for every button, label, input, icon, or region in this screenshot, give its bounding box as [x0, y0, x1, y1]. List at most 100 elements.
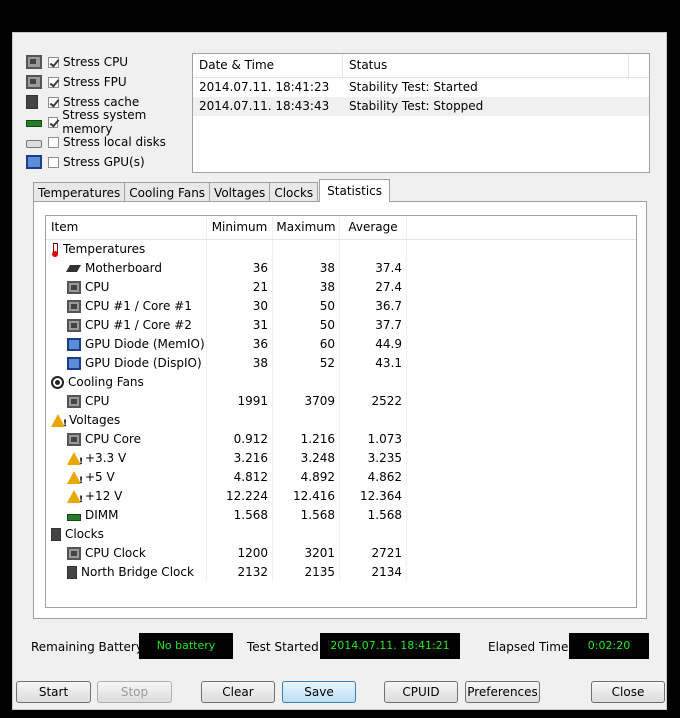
tab-clocks[interactable]: Clocks — [269, 182, 319, 202]
log-col-datetime[interactable]: Date & Time — [193, 54, 343, 77]
stats-col-maximum[interactable]: Maximum — [273, 216, 340, 239]
stress-gpu-checkbox[interactable] — [48, 156, 59, 168]
stats-item-cell: +3.3 V — [46, 449, 207, 472]
motherboard-icon — [67, 262, 81, 275]
log-row[interactable]: 2014.07.11. 18:41:23 Stability Test: Sta… — [193, 78, 649, 97]
stats-row[interactable]: GPU Diode (MemIO) 36 60 44.9 — [46, 335, 636, 354]
clock-icon — [67, 566, 77, 579]
stats-row[interactable]: +5 V 4.8124.8924.862 — [46, 468, 636, 491]
log-col-status[interactable]: Status — [343, 54, 629, 77]
stats-col-item[interactable]: Item — [46, 216, 207, 239]
fan-icon — [51, 376, 64, 389]
stats-average: 2134 — [340, 563, 407, 582]
stats-average — [340, 240, 407, 259]
stats-group-row[interactable]: Temperatures — [46, 240, 636, 259]
fpu-icon — [26, 75, 42, 89]
tab-statistics[interactable]: Statistics — [319, 179, 391, 202]
tab-temperatures[interactable]: Temperatures — [33, 182, 126, 202]
stats-col-average[interactable]: Average — [340, 216, 407, 239]
stats-minimum: 3.216 — [207, 449, 273, 468]
stats-item-cell: +12 V — [46, 487, 207, 510]
stats-item-label: Clocks — [65, 527, 104, 541]
stress-disks-checkbox[interactable] — [48, 136, 59, 148]
stress-gpu-row[interactable]: Stress GPU(s) — [26, 152, 196, 172]
stats-row[interactable]: CPU 21 38 27.4 — [46, 278, 636, 297]
stats-item-label: CPU #1 / Core #2 — [85, 318, 192, 332]
battery-display: No battery — [139, 633, 233, 659]
stress-memory-checkbox[interactable] — [47, 116, 59, 128]
cpuid-button[interactable]: CPUID — [384, 681, 458, 703]
stats-row[interactable]: Motherboard 36 38 37.4 — [46, 259, 636, 278]
gpu-icon — [67, 357, 81, 370]
stress-cpu-row[interactable]: Stress CPU — [26, 52, 196, 72]
stats-item-cell: CPU #1 / Core #2 — [46, 316, 207, 335]
stats-item-cell: CPU — [46, 392, 207, 411]
stats-row[interactable]: GPU Diode (DispIO) 38 52 43.1 — [46, 354, 636, 373]
stress-cpu-label: Stress CPU — [63, 55, 129, 69]
stats-col-minimum[interactable]: Minimum — [207, 216, 273, 239]
save-button[interactable]: Save — [282, 681, 356, 703]
stats-maximum: 4.892 — [273, 468, 340, 487]
stats-item-label: CPU — [85, 394, 110, 408]
stats-item-label: Temperatures — [63, 242, 146, 256]
cache-icon — [26, 95, 38, 109]
stats-group-row[interactable]: Voltages — [46, 411, 636, 434]
stats-maximum: 38 — [273, 278, 340, 297]
test-started-display: 2014.07.11. 18:41:21 — [320, 633, 460, 659]
stats-minimum: 21 — [207, 278, 273, 297]
stats-row[interactable]: CPU 1991 3709 2522 — [46, 392, 636, 411]
stats-minimum: 12.224 — [207, 487, 273, 506]
stats-group-row[interactable]: Clocks — [46, 525, 636, 544]
statistics-body: Temperatures Motherboard 36 38 37.4 CPU 21 38 27… — [46, 240, 636, 582]
close-button[interactable]: Close — [591, 681, 665, 703]
stats-maximum — [273, 240, 340, 259]
stats-item-label: GPU Diode (DispIO) — [85, 356, 202, 370]
start-button[interactable]: Start — [16, 681, 91, 703]
stats-row[interactable]: CPU Core 0.912 1.216 1.073 — [46, 430, 636, 449]
stats-item-cell: +5 V — [46, 468, 207, 491]
stats-row[interactable]: DIMM 1.568 1.568 1.568 — [46, 506, 636, 525]
test-started-label: Test Started: — [247, 640, 323, 654]
stats-row[interactable]: CPU Clock 1200 3201 2721 — [46, 544, 636, 563]
memory-icon — [67, 513, 81, 521]
log-row[interactable]: 2014.07.11. 18:43:43 Stability Test: Sto… — [193, 97, 649, 116]
stats-row[interactable]: +3.3 V 3.2163.2483.235 — [46, 449, 636, 472]
statistics-panel: Item Minimum Maximum Average Temperature… — [33, 201, 647, 619]
stats-row[interactable]: +12 V 12.22412.41612.364 — [46, 487, 636, 510]
stress-memory-row[interactable]: Stress system memory — [26, 108, 196, 136]
stress-gpu-label: Stress GPU(s) — [63, 155, 145, 169]
tab-bar: Temperatures Cooling Fans Voltages Clock… — [33, 179, 391, 202]
stats-minimum — [207, 240, 273, 259]
stats-row[interactable]: CPU #1 / Core #2 31 50 37.7 — [46, 316, 636, 335]
stats-average — [340, 525, 407, 544]
stats-item-cell: GPU Diode (DispIO) — [46, 354, 207, 373]
stats-item-cell: Temperatures — [46, 240, 207, 259]
stats-maximum: 12.416 — [273, 487, 340, 506]
preferences-button[interactable]: Preferences — [465, 681, 540, 703]
stress-cpu-checkbox[interactable] — [48, 56, 59, 68]
stress-memory-label: Stress system memory — [62, 108, 147, 136]
stats-row[interactable]: CPU #1 / Core #1 30 50 36.7 — [46, 297, 636, 316]
stats-group-row[interactable]: Cooling Fans — [46, 373, 636, 392]
event-log[interactable]: Date & Time Status 2014.07.11. 18:41:23 … — [192, 53, 650, 173]
tab-voltages[interactable]: Voltages — [209, 182, 271, 202]
elapsed-time-label: Elapsed Time: — [488, 640, 573, 654]
stats-maximum: 1.568 — [273, 506, 340, 525]
tab-cooling-fans[interactable]: Cooling Fans — [124, 182, 211, 202]
stop-button[interactable]: Stop — [97, 681, 172, 703]
stress-cache-checkbox[interactable] — [48, 96, 59, 108]
stats-item-label: CPU Clock — [85, 546, 146, 560]
stats-row[interactable]: North Bridge Clock 2132 2135 2134 — [46, 563, 636, 582]
stats-item-label: CPU Core — [85, 432, 141, 446]
warning-icon — [51, 414, 67, 434]
stress-cache-label: Stress cache — [63, 95, 140, 109]
stats-item-label: GPU Diode (MemIO) — [85, 337, 205, 351]
stress-fpu-row[interactable]: Stress FPU — [26, 72, 196, 92]
stats-minimum — [207, 373, 273, 392]
stats-item-cell: CPU Core — [46, 430, 207, 449]
cpu-chip-icon — [67, 433, 81, 446]
stress-fpu-checkbox[interactable] — [48, 76, 59, 88]
clear-button[interactable]: Clear — [201, 681, 275, 703]
stats-item-label: +5 V — [85, 470, 115, 484]
statistics-table[interactable]: Item Minimum Maximum Average Temperature… — [45, 215, 637, 608]
